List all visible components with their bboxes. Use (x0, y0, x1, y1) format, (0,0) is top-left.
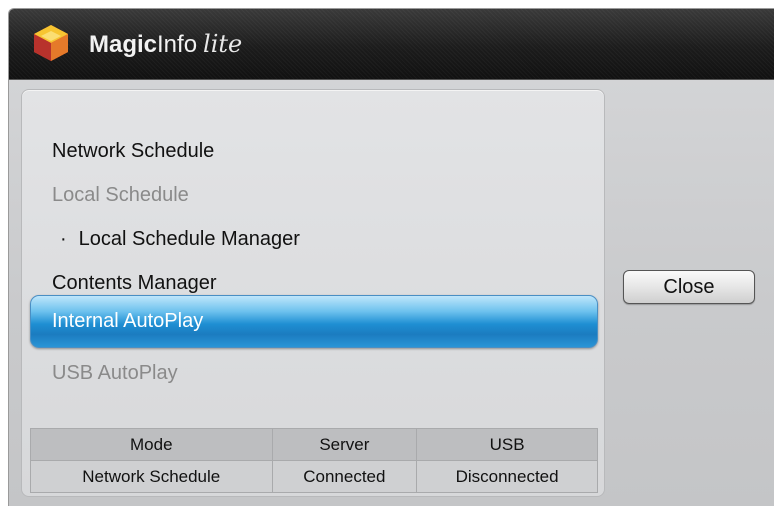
status-value-usb: Disconnected (416, 460, 598, 493)
magicinfo-window: MagicInfo lite Network Schedule Local Sch… (8, 8, 774, 506)
menu-item-usb-autoplay: USB AutoPlay (52, 362, 178, 384)
menu-item-network-schedule[interactable]: Network Schedule (52, 138, 214, 164)
status-header-mode: Mode (30, 428, 273, 461)
status-header-usb: USB (416, 428, 598, 461)
close-button[interactable]: Close (623, 270, 755, 304)
brand-info: Info (157, 31, 198, 58)
menu-item-label: Internal AutoPlay (52, 310, 204, 332)
status-header-server: Server (271, 428, 418, 461)
brand-magic: Magic (89, 31, 158, 58)
menu-item-local-schedule: Local Schedule (52, 184, 189, 206)
status-header-row: Mode Server USB (30, 428, 598, 461)
app-title: MagicInfo lite (89, 29, 242, 60)
brand-lite: lite (203, 30, 243, 58)
title-bar: MagicInfo lite (9, 9, 774, 80)
bullet-icon: · (60, 228, 67, 250)
status-table: Mode Server USB Network Schedule Connect… (30, 428, 598, 493)
status-value-server: Connected (271, 460, 418, 493)
menu-item-local-schedule-manager[interactable]: · Local Schedule Manager (60, 226, 300, 252)
status-value-row: Network Schedule Connected Disconnected (30, 460, 598, 493)
magicinfo-cube-logo-icon (34, 25, 68, 61)
menu-panel: Network Schedule Local Schedule · Local S… (21, 89, 605, 497)
menu-item-internal-autoplay[interactable]: Internal AutoPlay (30, 295, 598, 348)
menu-item-label: Local Schedule Manager (78, 228, 300, 250)
menu-item-contents-manager[interactable]: Contents Manager (52, 270, 217, 296)
status-value-mode: Network Schedule (30, 460, 273, 493)
